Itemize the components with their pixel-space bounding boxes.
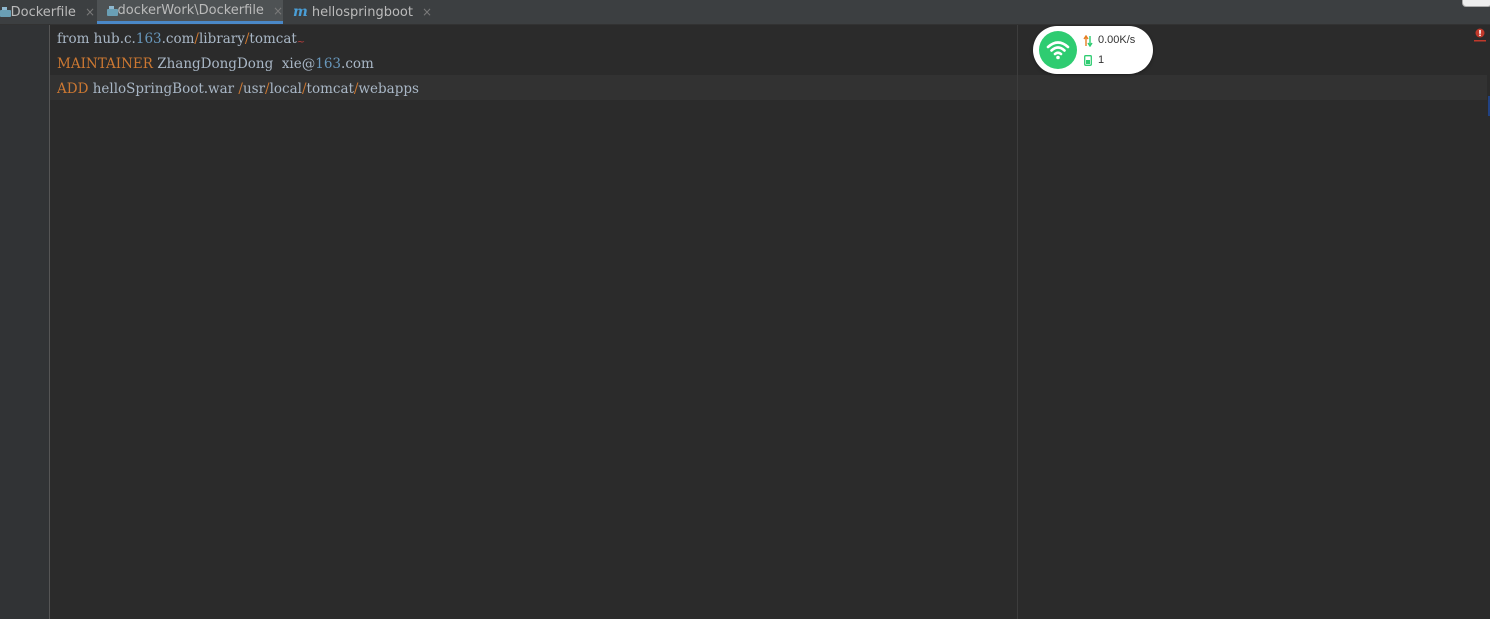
tab-label: dockerWork\Dockerfile	[117, 3, 264, 18]
tab-label: Dockerfile	[10, 4, 76, 20]
tab-dockerwork-dockerfile[interactable]: dockerWork\Dockerfile ×	[97, 0, 283, 24]
code-editor[interactable]: from hub.c.163.com/library/tomcat~ MAINT…	[50, 25, 1490, 619]
tab-hellospringboot[interactable]: m hellospringboot ×	[285, 0, 432, 24]
network-speed: 0.00K/s	[1098, 34, 1136, 46]
network-speed-widget[interactable]: 0.00K/s 1	[1033, 26, 1153, 74]
close-icon[interactable]: ×	[273, 4, 283, 18]
device-icon	[1084, 55, 1092, 66]
code-line-3[interactable]: ADD helloSpringBoot.war /usr/local/tomca…	[57, 77, 419, 102]
wifi-icon	[1039, 31, 1077, 69]
device-count: 1	[1098, 54, 1105, 66]
close-icon[interactable]: ×	[422, 5, 432, 19]
code-line-2[interactable]: MAINTAINER ZhangDongDong xie@163.com	[57, 52, 374, 77]
error-squiggle: ~	[296, 37, 306, 48]
tab-dockerfile[interactable]: Dockerfile ×	[0, 0, 95, 24]
docker-file-icon	[107, 5, 118, 17]
line-gutter	[0, 25, 50, 619]
error-indicator-icon[interactable]	[1474, 28, 1486, 42]
maven-m-icon: m	[293, 4, 308, 20]
editor-tab-bar: Dockerfile × dockerWork\Dockerfile × m h…	[0, 0, 1490, 25]
right-margin-guide	[1017, 25, 1018, 619]
docker-file-icon	[0, 6, 11, 18]
close-icon[interactable]: ×	[85, 5, 95, 19]
code-line-1[interactable]: from hub.c.163.com/library/tomcat~	[57, 27, 305, 52]
tab-label: hellospringboot	[311, 4, 413, 20]
window-corner-button[interactable]	[1462, 0, 1490, 7]
up-down-arrows-icon	[1083, 35, 1093, 47]
